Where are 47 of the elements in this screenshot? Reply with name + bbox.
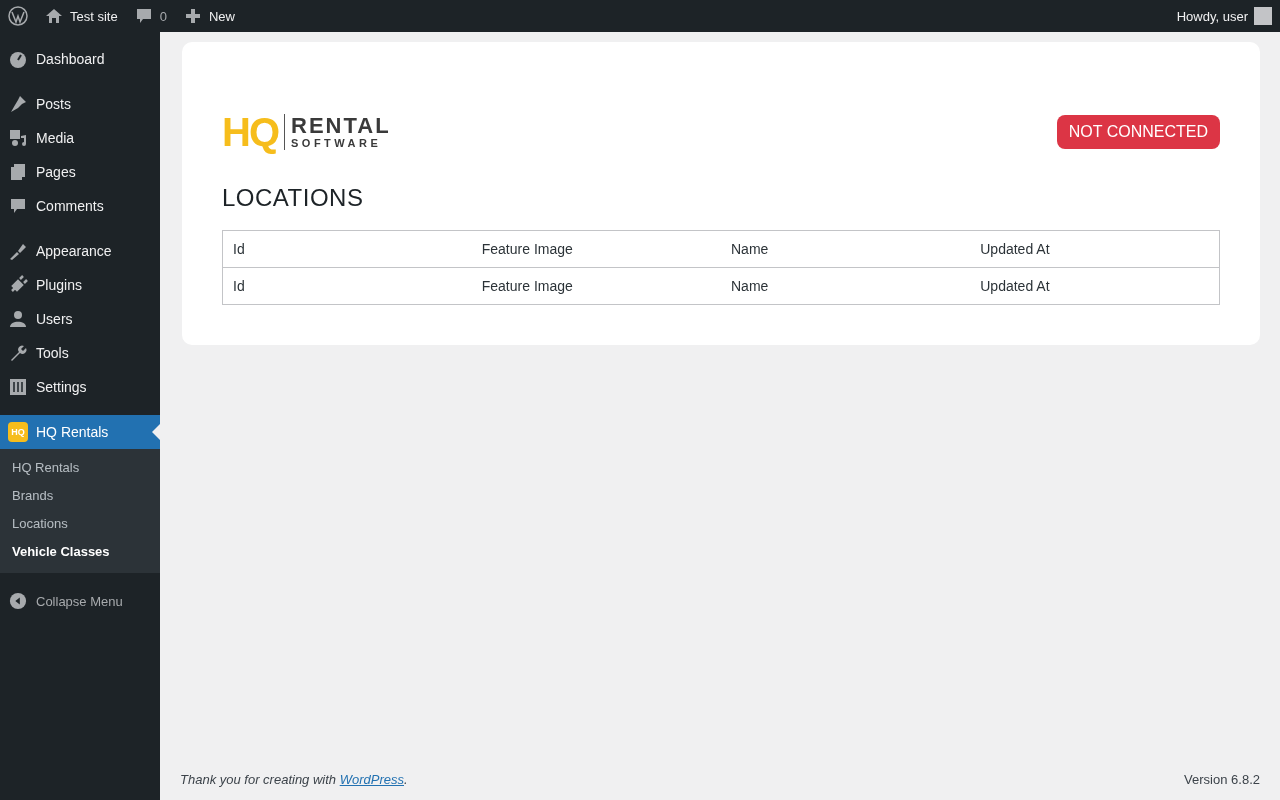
media-icon	[8, 128, 28, 148]
pages-icon	[8, 162, 28, 182]
column-footer: Updated At	[970, 267, 1220, 305]
brush-icon	[8, 241, 28, 261]
menu-item[interactable]: Plugins	[0, 268, 160, 302]
sliders-icon	[8, 377, 28, 397]
submenu-item[interactable]: HQ Rentals	[0, 454, 160, 482]
menu-item[interactable]: Users	[0, 302, 160, 336]
wordpress-logo-icon[interactable]	[8, 6, 28, 26]
column-header: Feature Image	[471, 230, 721, 268]
menu-item[interactable]: Tools	[0, 336, 160, 370]
logo-word: RENTAL	[291, 114, 391, 137]
menu-item[interactable]: Dashboard	[0, 42, 160, 76]
site-name-link[interactable]: Test site	[70, 8, 118, 24]
new-link[interactable]: New	[208, 8, 235, 24]
dashboard-icon	[8, 49, 28, 69]
hq-logo-icon: HQ	[8, 422, 28, 442]
page-heading: LOCATIONS	[222, 184, 365, 212]
menu-item[interactable]: Appearance	[0, 234, 160, 268]
menu-item[interactable]: Comments	[0, 189, 160, 223]
version-text: Version 6.8.2	[1184, 772, 1260, 787]
column-header: Updated At	[970, 230, 1220, 268]
menu-item[interactable]: Posts	[0, 87, 160, 121]
submenu-item[interactable]: Vehicle Classes	[0, 538, 160, 566]
column-footer: Name	[721, 267, 971, 305]
collapse-menu-button[interactable]: Collapse Menu	[0, 584, 160, 618]
column-footer: Id	[222, 267, 472, 305]
column-header: Id	[222, 230, 472, 268]
column-footer: Feature Image	[471, 267, 721, 305]
menu-item[interactable]: Settings	[0, 370, 160, 404]
collapse-icon	[9, 592, 27, 610]
comment-count[interactable]: 0	[159, 8, 167, 24]
wordpress-link[interactable]: WordPress	[339, 772, 404, 787]
column-header: Name	[721, 230, 971, 268]
logo-mark: HQ	[222, 112, 278, 152]
menu-item[interactable]: HQ HQ Rentals	[0, 415, 160, 449]
menu-item[interactable]: Pages	[0, 155, 160, 189]
greeting-link[interactable]: Howdy, user	[1176, 8, 1248, 24]
footer-text: Thank you for creating with WordPress.	[180, 772, 408, 787]
submenu-item[interactable]: Locations	[0, 510, 160, 538]
submenu-item[interactable]: Brands	[0, 482, 160, 510]
pin-icon	[8, 94, 28, 114]
status-badge: NOT CONNECTED	[1056, 115, 1220, 149]
menu-item[interactable]: Media	[0, 121, 160, 155]
logo-subtitle: SOFTWARE	[291, 136, 383, 150]
home-icon[interactable]	[44, 6, 64, 26]
user-icon	[8, 309, 28, 329]
